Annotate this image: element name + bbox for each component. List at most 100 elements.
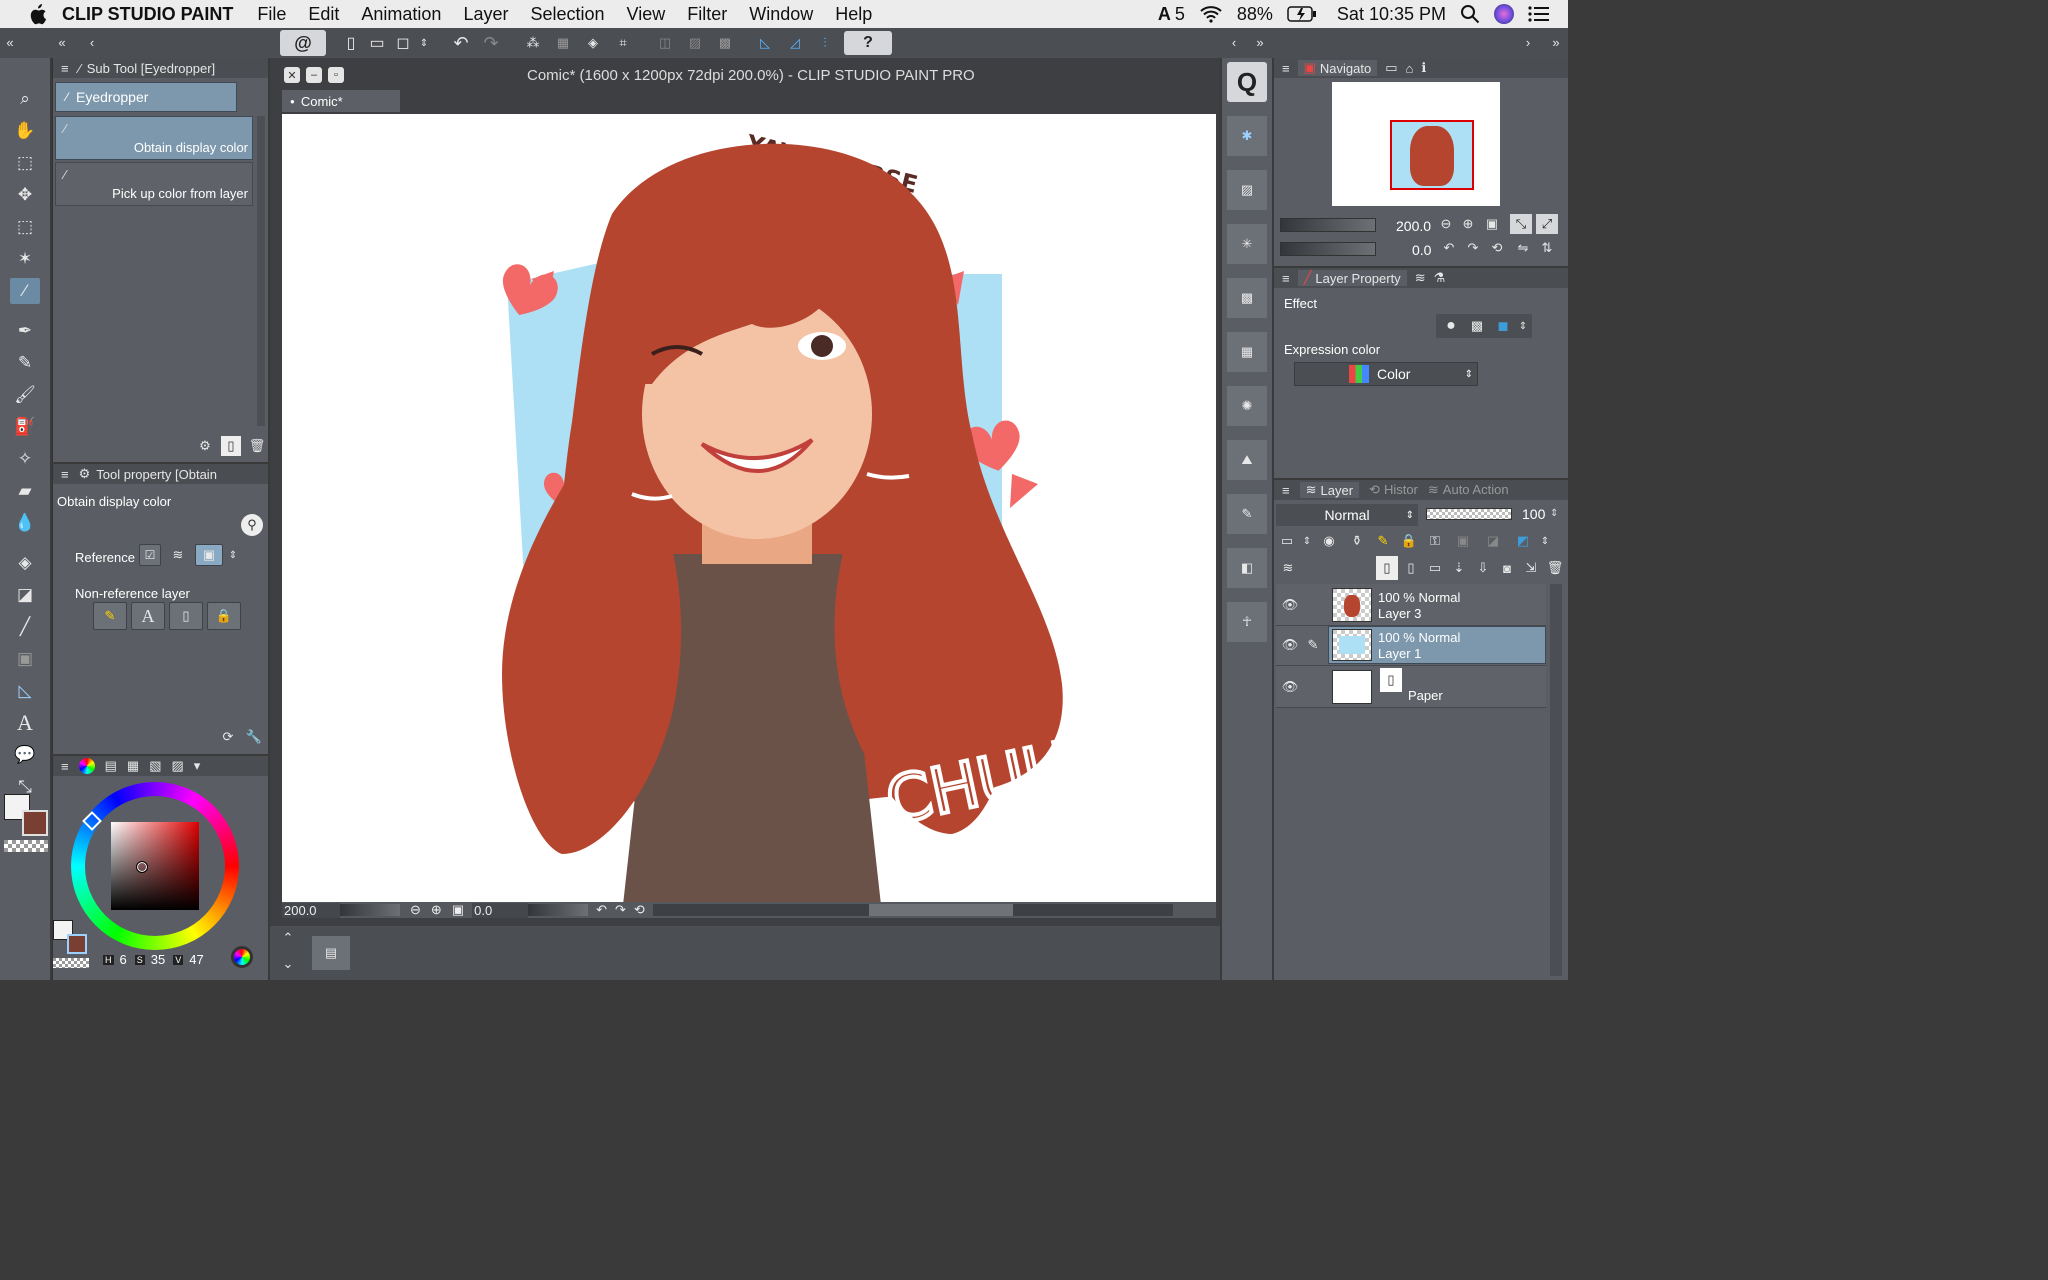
menu-selection[interactable]: Selection <box>530 4 604 25</box>
material-pose-icon[interactable]: ☥ <box>1227 602 1267 642</box>
new-folder-icon[interactable]: ▭ <box>1424 556 1446 580</box>
opacity-value[interactable]: 100 <box>1522 506 1545 522</box>
color-set-tab-icon[interactable]: ▦ <box>127 758 139 774</box>
ruler-off-icon[interactable]: ◫ <box>652 32 678 54</box>
nav-zoom-value[interactable]: 200.0 <box>1396 218 1431 234</box>
panel-menu-icon[interactable]: ≡ <box>61 61 69 76</box>
new-raster-layer-icon[interactable]: ▯ <box>1376 556 1398 580</box>
layer-color-icon[interactable]: ▭ <box>1276 530 1298 552</box>
material-manga-icon[interactable]: ▦ <box>1227 332 1267 372</box>
nonref-draft-icon[interactable]: ✎ <box>93 602 127 630</box>
eye-icon[interactable]: 👁 <box>1280 636 1300 654</box>
timeline-icon[interactable]: ▤ <box>312 936 350 970</box>
ruler-range-icon[interactable]: ◪ <box>1480 530 1506 552</box>
layer-row[interactable]: 👁 100 % Normal Layer 3 <box>1276 584 1546 626</box>
delete-layer-icon[interactable]: 🗑 <box>1544 556 1566 580</box>
nav-fit-icon[interactable]: ▣ <box>1482 214 1502 234</box>
subtool-item-obtain-display[interactable]: ⁄ Obtain display color <box>55 116 253 160</box>
menu-help[interactable]: Help <box>835 4 872 25</box>
material-all-icon[interactable]: ✱ <box>1227 116 1267 156</box>
figure-tool-icon[interactable]: ╱ <box>10 614 40 640</box>
new-vector-layer-icon[interactable]: ▯ <box>1400 556 1422 580</box>
layer-row[interactable]: 👁 ▯ Paper <box>1276 666 1546 708</box>
apple-icon[interactable] <box>26 3 48 25</box>
panel-menu-icon[interactable]: ≡ <box>1282 61 1290 76</box>
save-dropdown-icon[interactable]: ⇕ <box>418 32 430 54</box>
nonref-text-icon[interactable]: A <box>131 602 165 630</box>
material-3d-icon[interactable]: ◧ <box>1227 548 1267 588</box>
zoom-value[interactable]: 200.0 <box>282 902 340 918</box>
reference-layers-icon[interactable]: ≋ <box>165 544 191 566</box>
effect-border-icon[interactable]: ● <box>1440 316 1462 336</box>
collapse-left-icon-2[interactable]: « <box>52 32 72 52</box>
collapse-left-icon[interactable]: « <box>0 32 20 52</box>
nav-flip-h-icon[interactable]: ⇋ <box>1512 238 1534 258</box>
notification-center-icon[interactable] <box>1528 5 1550 23</box>
enable-mask-icon[interactable]: ▣ <box>1450 530 1476 552</box>
undo-icon[interactable]: ↶ <box>448 32 474 54</box>
navigator-tab[interactable]: ▣ Navigato <box>1297 60 1378 76</box>
clip-lower-layer-icon[interactable]: ◉ <box>1316 530 1342 552</box>
hand-tool-icon[interactable]: ✋ <box>10 118 40 144</box>
text-tool-icon[interactable]: A <box>10 710 40 736</box>
minimize-window-icon[interactable]: – <box>306 67 322 83</box>
maximize-window-icon[interactable]: ▫ <box>328 67 344 83</box>
rotate-right-icon[interactable]: ↷ <box>615 902 626 918</box>
effect-dropdown-icon[interactable]: ⇕ <box>1518 316 1528 336</box>
operation-tool-icon[interactable]: ⬚ <box>10 150 40 176</box>
collapse-right-icon[interactable]: » <box>1250 32 1270 52</box>
sub-color-swatch[interactable] <box>22 810 48 836</box>
panel-menu-icon[interactable]: ≡ <box>1282 483 1290 498</box>
delete-subtool-icon[interactable]: 🗑 <box>247 436 267 456</box>
reference-image-icon[interactable]: ▣ <box>195 544 223 566</box>
material-tone-icon[interactable]: ▩ <box>1227 278 1267 318</box>
eraser-tool-icon[interactable]: ▰ <box>10 478 40 504</box>
navigator-preview[interactable] <box>1332 82 1500 206</box>
snap-special-icon[interactable]: ◿ <box>782 32 808 54</box>
material-background-icon[interactable]: ⛰ <box>1227 440 1267 480</box>
color-space-icon[interactable] <box>231 946 253 968</box>
menu-file[interactable]: File <box>257 4 286 25</box>
snap-ruler-icon[interactable]: ◺ <box>752 32 778 54</box>
scroll-thumb[interactable] <box>868 904 1013 916</box>
airbrush-tool-icon[interactable]: ⛽ <box>10 414 40 440</box>
transfer-down-icon[interactable]: ⇣ <box>1448 556 1470 580</box>
item-bank-tab-icon[interactable]: ⌂ <box>1406 61 1414 76</box>
effect-tone-icon[interactable]: ▩ <box>1466 316 1488 336</box>
layer-color-dropdown-icon[interactable]: ⇕ <box>1302 530 1312 552</box>
tool-wrench-icon[interactable]: 🔧 <box>243 726 265 748</box>
material-effect-icon[interactable]: ✺ <box>1227 386 1267 426</box>
blend-tool-icon[interactable]: 💧 <box>10 510 40 536</box>
subtool-scrollbar[interactable] <box>257 116 265 426</box>
siri-icon[interactable] <box>1494 4 1514 24</box>
menu-layer[interactable]: Layer <box>463 4 508 25</box>
reset-rotation-icon[interactable]: ⟲ <box>634 902 645 918</box>
palette-color-icon[interactable]: ◩ <box>1510 530 1536 552</box>
fit-icon[interactable]: ▣ <box>452 902 464 918</box>
layer-property-tab[interactable]: ╱ Layer Property <box>1297 270 1407 286</box>
pencil-tool-icon[interactable]: ✎ <box>10 350 40 376</box>
layer-row[interactable]: 👁 ✎ 100 % Normal Layer 1 <box>1276 626 1546 666</box>
clock[interactable]: Sat 10:35 PM <box>1337 4 1446 25</box>
opacity-stepper-icon[interactable]: ⇕ <box>1550 508 1558 519</box>
combine-down-icon[interactable]: ⇩ <box>1472 556 1494 580</box>
close-window-icon[interactable]: ✕ <box>284 67 300 83</box>
nav-reset-icon[interactable]: ⟲ <box>1486 238 1508 258</box>
selection-tool-icon[interactable]: ⬚ <box>10 214 40 240</box>
wifi-icon[interactable] <box>1199 5 1223 23</box>
clip-studio-q-icon[interactable]: Q <box>1227 62 1267 102</box>
new-file-icon[interactable]: ▯ <box>340 32 362 54</box>
layer-scrollbar[interactable] <box>1550 584 1562 976</box>
color-wheel-tab-icon[interactable] <box>78 758 95 774</box>
material-pattern-icon[interactable]: ✳ <box>1227 224 1267 264</box>
search-icon[interactable] <box>1460 4 1480 24</box>
clip-studio-icon[interactable]: @ <box>280 30 326 56</box>
effect-color-icon[interactable]: ■ <box>1492 316 1514 336</box>
zoom-tool-icon[interactable]: ⌕ <box>10 86 40 112</box>
create-subtool-icon[interactable]: ▯ <box>221 436 241 456</box>
snap-grid-icon[interactable]: ⫶ <box>812 32 838 54</box>
material-brush-icon[interactable]: ✎ <box>1227 494 1267 534</box>
layer-list-icon[interactable]: ≋ <box>1276 556 1300 580</box>
redo-icon[interactable]: ↷ <box>478 32 504 54</box>
nav-zoom-out-icon[interactable]: ⊖ <box>1436 214 1456 234</box>
